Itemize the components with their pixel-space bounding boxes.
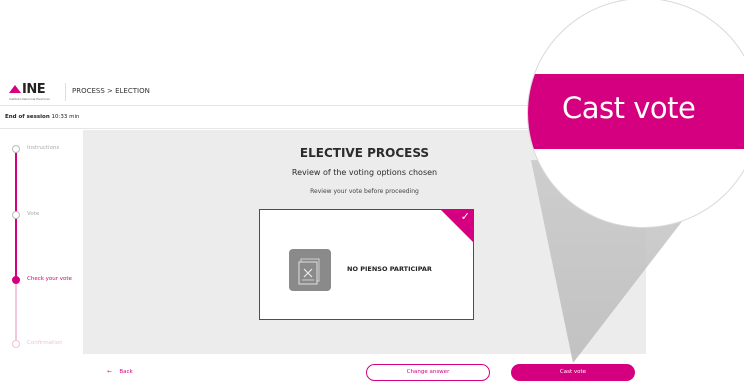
step-confirmation: Confirmation: [12, 339, 82, 351]
logo-text: INE: [22, 82, 46, 97]
back-link[interactable]: ← Back: [107, 369, 133, 375]
step-dot-active-icon: [12, 276, 20, 284]
ine-logo: INE Instituto Nacional Electoral: [8, 82, 60, 102]
step-vote[interactable]: Vote: [12, 210, 82, 222]
step-label: Confirmation: [27, 340, 63, 346]
checkmark-icon: ✓: [460, 210, 470, 223]
session-time: 10:33 min: [51, 114, 80, 120]
logo-mark-icon: [9, 85, 21, 93]
progress-sidebar: Instructions Vote Check your vote Confir…: [0, 130, 82, 381]
selected-option-card[interactable]: ✓ NO PIENSO PARTICIPAR: [259, 209, 474, 320]
step-dot-icon: [12, 145, 20, 153]
arrow-left-icon: ←: [107, 369, 112, 375]
session-label: End of session: [5, 114, 50, 120]
step-check-your-vote[interactable]: Check your vote: [12, 275, 82, 287]
logo-subtitle: Instituto Nacional Electoral: [9, 97, 50, 101]
option-label: NO PIENSO PARTICIPAR: [347, 265, 432, 273]
zoom-cast-vote-label: Cast vote: [562, 91, 696, 125]
step-dot-icon: [12, 340, 20, 348]
step-label: Instructions: [27, 145, 60, 151]
ballot-cancel-icon: [289, 249, 331, 291]
breadcrumb: PROCESS > ELECTION: [72, 87, 150, 95]
back-label: Back: [119, 369, 133, 375]
action-footer: ← Back Change answer Cast vote: [83, 354, 646, 381]
voting-page: INE Instituto Nacional Electoral PROCESS…: [0, 0, 744, 381]
step-label: Check your vote: [27, 276, 72, 282]
step-dot-icon: [12, 211, 20, 219]
session-timer: End of session 10:33 min: [5, 114, 79, 120]
cast-vote-button[interactable]: Cast vote: [511, 364, 635, 381]
header-divider: [65, 83, 66, 101]
change-answer-button[interactable]: Change answer: [366, 364, 490, 381]
step-label: Vote: [27, 211, 40, 217]
step-instructions[interactable]: Instructions: [12, 144, 82, 156]
